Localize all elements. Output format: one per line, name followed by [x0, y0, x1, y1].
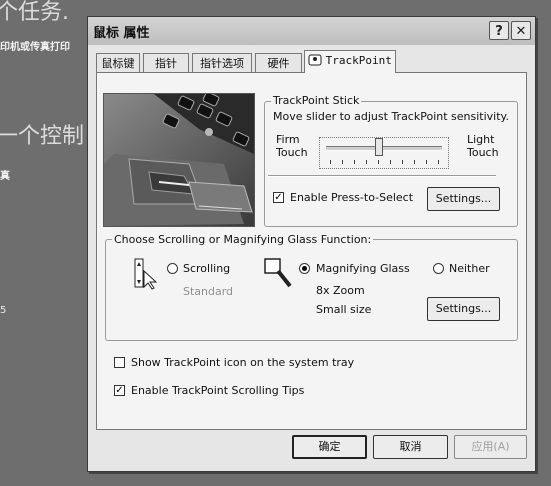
- tab-pointers[interactable]: 指针: [143, 53, 189, 72]
- slider-tick: [342, 160, 343, 164]
- stick-settings-button[interactable]: Settings...: [427, 187, 500, 211]
- slider-tick: [390, 160, 391, 164]
- dialog-title: 鼠标 属性: [93, 26, 150, 41]
- scrolling-label[interactable]: Scrolling: [183, 262, 230, 275]
- scroll-tips-label[interactable]: Enable TrackPoint Scrolling Tips: [131, 384, 304, 397]
- slider-track: [326, 146, 442, 151]
- scroll-settings-button[interactable]: Settings...: [427, 297, 500, 321]
- magnifier-size-text: Small size: [316, 303, 372, 316]
- close-button[interactable]: ✕: [511, 21, 531, 40]
- ok-button[interactable]: 确定: [292, 435, 367, 459]
- background-text-1: 印机或传真打印: [0, 42, 70, 53]
- close-icon: ✕: [515, 24, 527, 39]
- firm-touch-label: Touch: [276, 146, 308, 159]
- slider-tick: [354, 160, 355, 164]
- slider-thumb[interactable]: [374, 138, 383, 156]
- slider-tick: [366, 160, 367, 164]
- trackpoint-tab-icon: [308, 54, 322, 66]
- background-text-3: 5: [0, 305, 7, 316]
- apply-button[interactable]: 应用(A): [454, 435, 527, 459]
- neither-radio[interactable]: [433, 263, 444, 274]
- background-heading-1: 个任务.: [0, 0, 69, 25]
- firm-label: Firm: [276, 133, 300, 146]
- background-text-2: 真: [0, 171, 10, 182]
- press-to-select-label[interactable]: Enable Press-to-Select: [290, 191, 413, 204]
- stick-separator: [268, 175, 496, 177]
- sensitivity-slider[interactable]: [319, 137, 449, 169]
- sensitivity-instruction: Move slider to adjust TrackPoint sensiti…: [273, 110, 509, 123]
- neither-label[interactable]: Neither: [449, 262, 490, 275]
- help-button[interactable]: ?: [489, 21, 509, 40]
- magnifying-glass-label[interactable]: Magnifying Glass: [316, 262, 410, 275]
- tray-icon-label[interactable]: Show TrackPoint icon on the system tray: [131, 356, 354, 369]
- slider-tick: [414, 160, 415, 164]
- light-label: Light: [467, 133, 495, 146]
- scrolling-group: [105, 239, 518, 341]
- magnifying-glass-icon: [264, 258, 292, 288]
- scrolling-radio[interactable]: [167, 263, 178, 274]
- trackpoint-photo: [103, 93, 255, 227]
- slider-tick: [378, 160, 379, 164]
- slider-tick: [330, 160, 331, 164]
- tab-pointer-options[interactable]: 指针选项: [192, 53, 252, 72]
- background-heading-2: 一个控制: [0, 124, 85, 149]
- press-to-select-checkbox[interactable]: ✓: [273, 192, 284, 203]
- zoom-level-text: 8x Zoom: [316, 284, 365, 297]
- tray-icon-checkbox[interactable]: [114, 357, 125, 368]
- scroll-cursor-icon: [134, 258, 158, 290]
- light-touch-label: Touch: [467, 146, 499, 159]
- scroll-tips-checkbox[interactable]: ✓: [114, 385, 125, 396]
- slider-tick: [426, 160, 427, 164]
- scrolling-legend: Choose Scrolling or Magnifying Glass Fun…: [112, 233, 374, 246]
- slider-tick: [402, 160, 403, 164]
- title-bar[interactable]: 鼠标 属性 ? ✕: [88, 17, 535, 45]
- trackpoint-stick-legend: TrackPoint Stick: [271, 94, 362, 107]
- magnifying-glass-radio[interactable]: [299, 263, 310, 274]
- slider-tick: [438, 160, 439, 164]
- scrolling-standard-text: Standard: [183, 285, 234, 298]
- tab-hardware[interactable]: 硬件: [255, 53, 302, 72]
- tab-buttons[interactable]: 鼠标键: [96, 53, 140, 72]
- tab-trackpoint[interactable]: TrackPoint: [304, 50, 396, 73]
- cancel-button[interactable]: 取消: [373, 435, 448, 459]
- mouse-properties-dialog: 鼠标 属性 ? ✕ 鼠标键 指针 指针选项 硬件 TrackPoint Trac…: [87, 16, 536, 472]
